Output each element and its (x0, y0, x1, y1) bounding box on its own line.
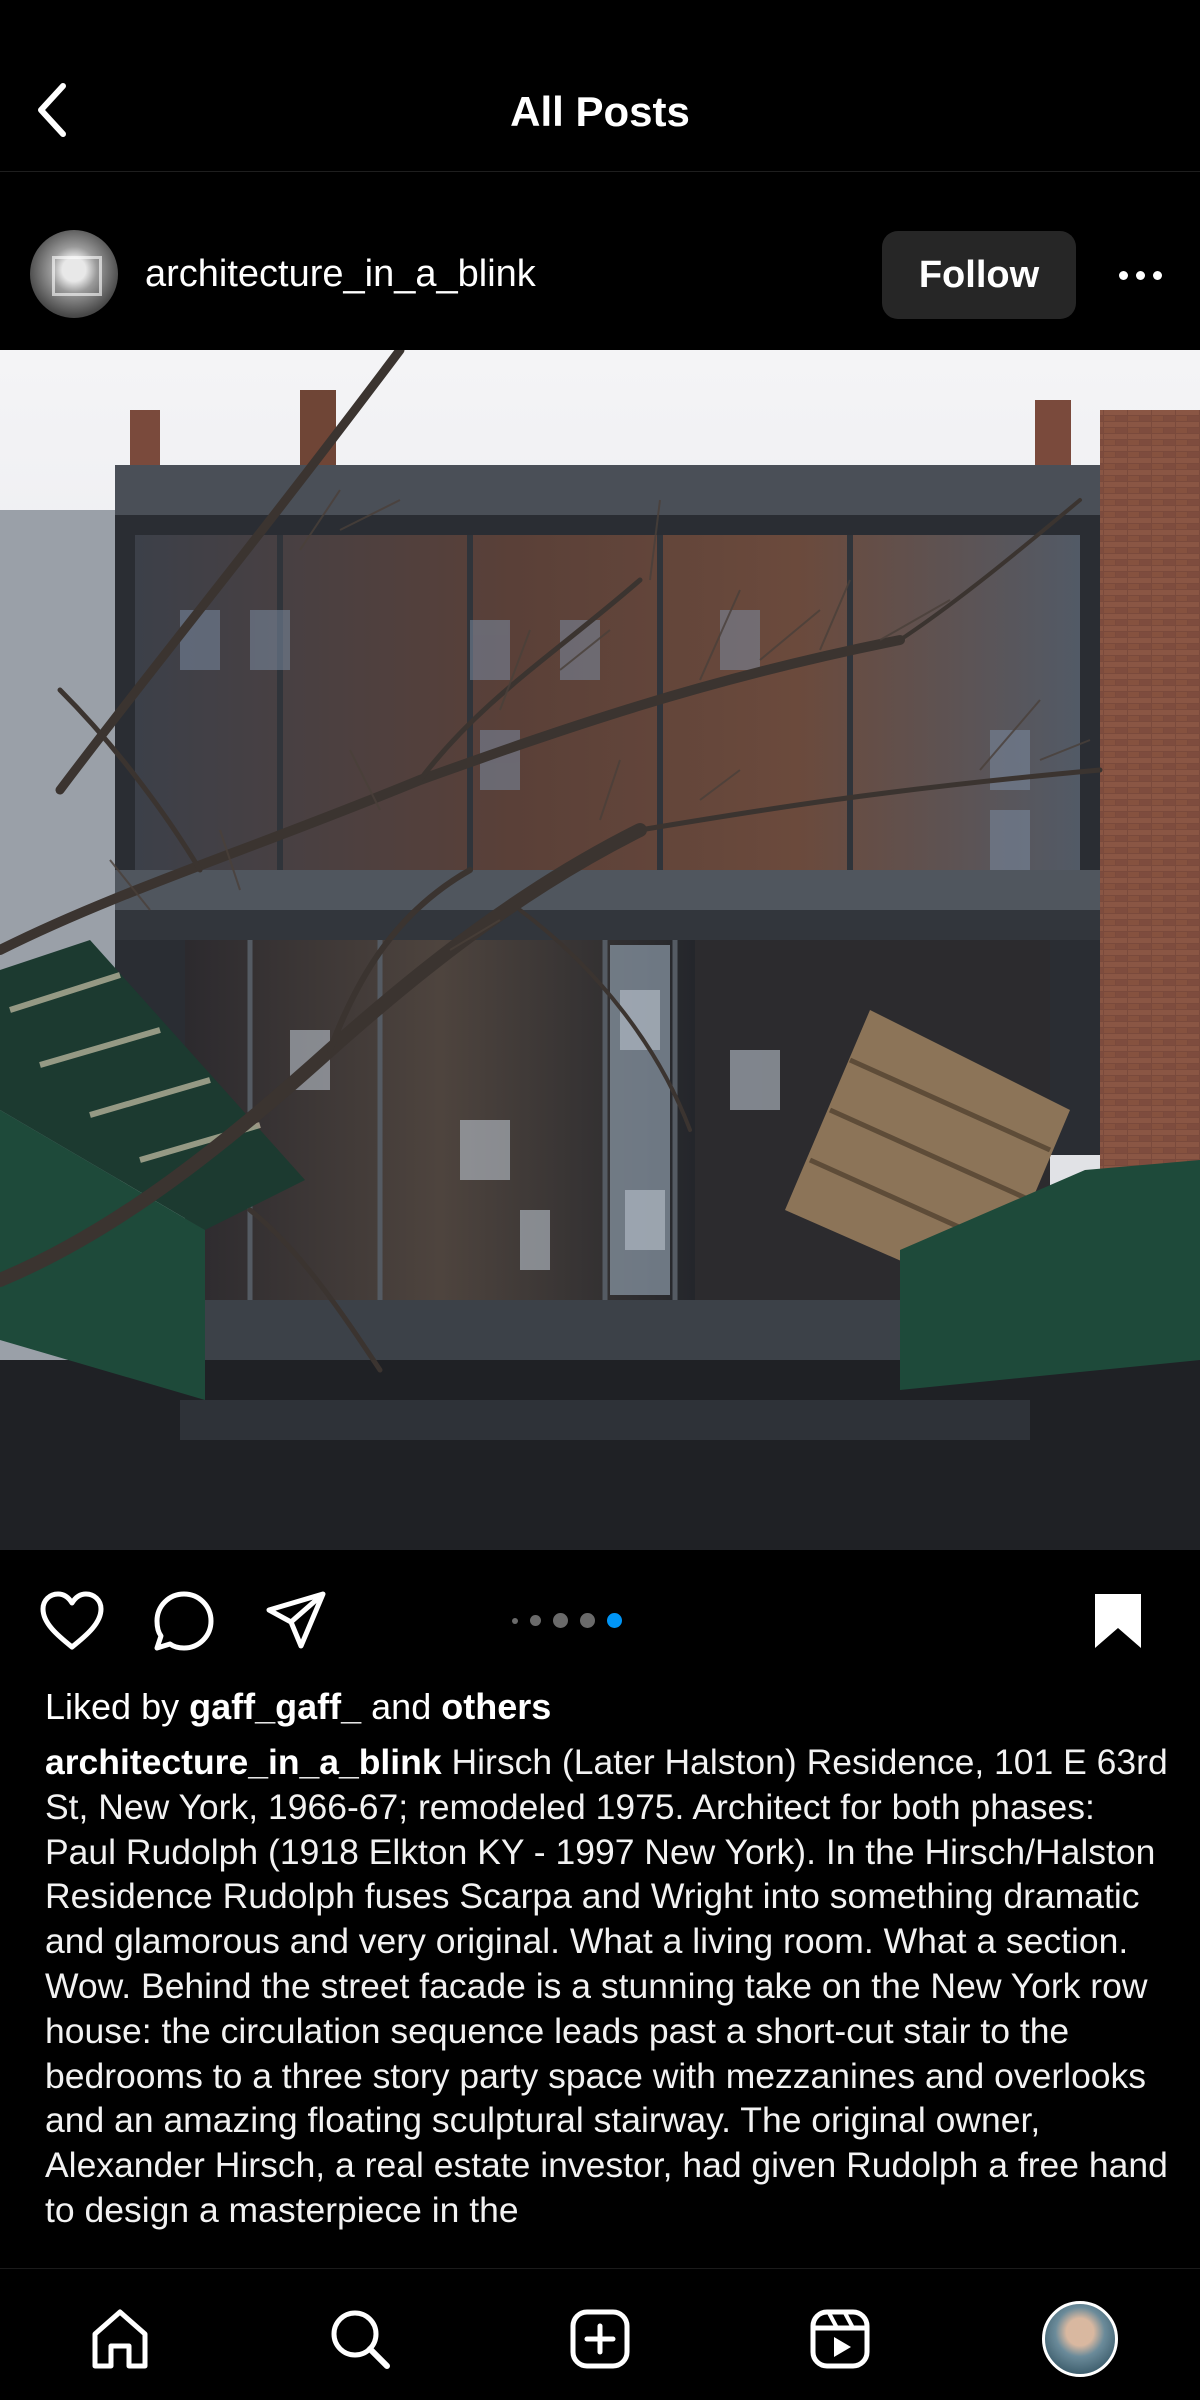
create-icon (570, 2309, 630, 2369)
carousel-dot (553, 1613, 568, 1628)
caption-username[interactable]: architecture_in_a_blink (45, 1742, 442, 1782)
reels-icon (810, 2309, 870, 2369)
nav-create[interactable] (560, 2299, 640, 2379)
heart-icon (40, 1591, 104, 1650)
likes-summary[interactable]: Liked by gaff_gaff_ and others (45, 1686, 551, 1728)
post-caption: architecture_in_a_blink Hirsch (Later Ha… (45, 1740, 1170, 2265)
nav-profile[interactable] (1040, 2299, 1120, 2379)
author-avatar[interactable] (30, 230, 118, 318)
post-actions (0, 1565, 1200, 1675)
send-icon (266, 1591, 326, 1649)
bookmark-icon (1095, 1594, 1141, 1648)
comment-button[interactable] (148, 1585, 220, 1657)
comment-icon (154, 1591, 214, 1651)
nav-reels[interactable] (800, 2299, 880, 2379)
carousel-indicator (512, 1613, 622, 1628)
top-bar: All Posts (0, 0, 1200, 172)
post-image[interactable] (0, 350, 1200, 1550)
more-dots-icon (1118, 270, 1128, 280)
likes-others[interactable]: others (441, 1686, 551, 1727)
profile-avatar (1042, 2301, 1118, 2377)
carousel-dot (530, 1615, 541, 1626)
share-button[interactable] (260, 1585, 332, 1657)
likes-user[interactable]: gaff_gaff_ (189, 1686, 361, 1727)
caption-text: Hirsch (Later Halston) Residence, 101 E … (45, 1742, 1168, 2230)
carousel-dot (512, 1617, 518, 1624)
save-button[interactable] (1082, 1585, 1154, 1657)
likes-prefix: Liked by (45, 1686, 180, 1727)
likes-conjunction: and (371, 1686, 432, 1727)
like-button[interactable] (36, 1585, 108, 1657)
home-icon (92, 2309, 148, 2369)
carousel-dot (580, 1613, 595, 1628)
bottom-nav (0, 2268, 1200, 2400)
post-header: architecture_in_a_blink Follow (0, 215, 1200, 335)
search-icon (331, 2310, 390, 2369)
carousel-dot-active (607, 1613, 622, 1628)
more-options-button[interactable] (1110, 255, 1170, 295)
follow-button[interactable]: Follow (882, 231, 1076, 319)
author-username[interactable]: architecture_in_a_blink (145, 253, 536, 296)
nav-search[interactable] (320, 2299, 400, 2379)
page-title: All Posts (510, 88, 690, 135)
nav-home[interactable] (80, 2299, 160, 2379)
building-photo (0, 350, 1200, 1550)
